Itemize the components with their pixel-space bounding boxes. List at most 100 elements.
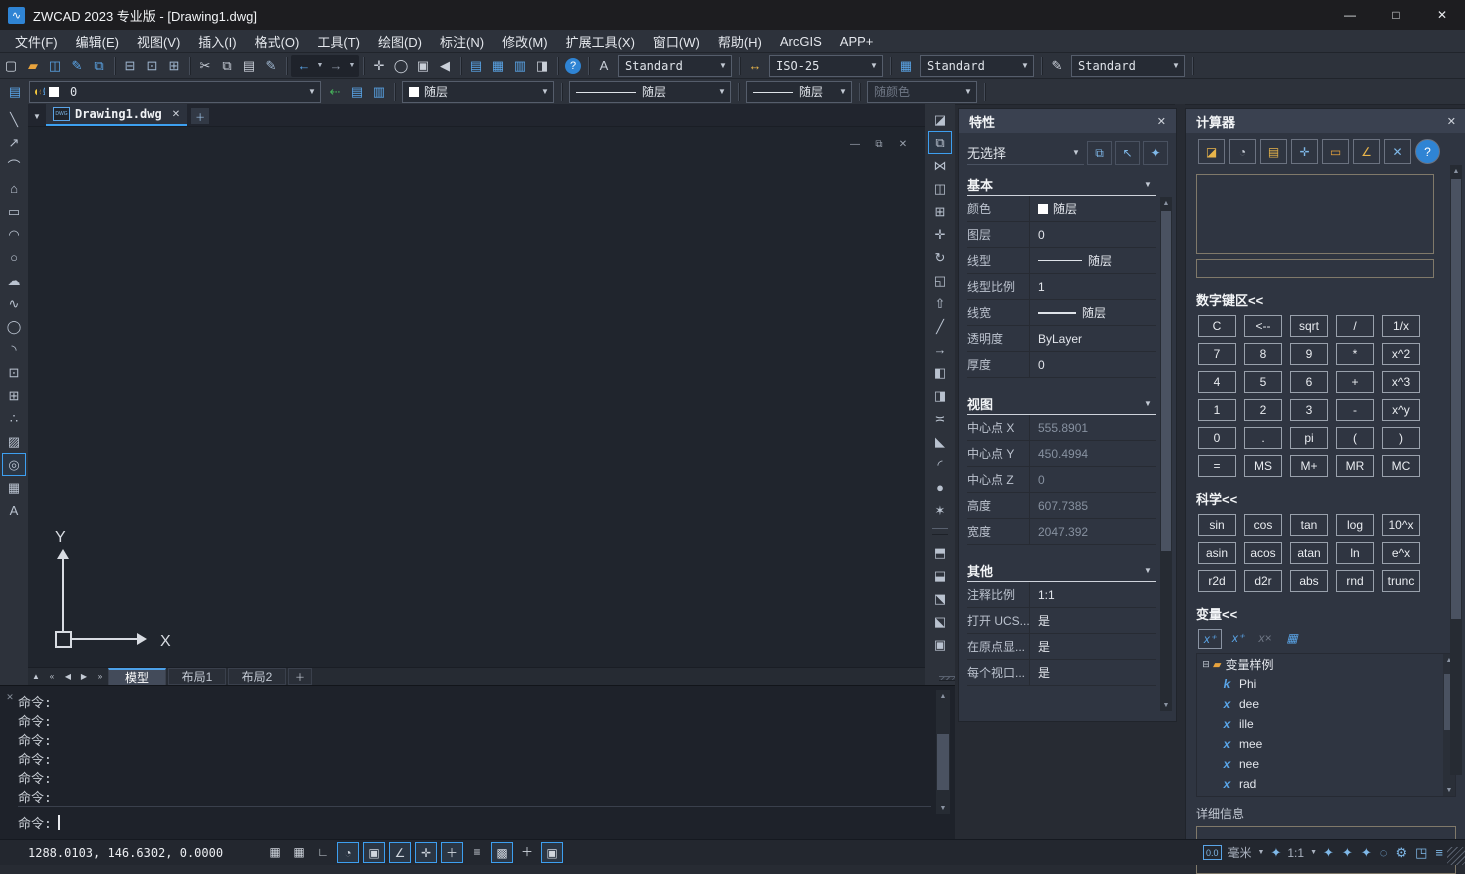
numpad-key-[interactable]: +	[1336, 371, 1374, 393]
text-style-combo[interactable]: Standard▼	[618, 55, 732, 77]
layer-manager-button[interactable]: ▤	[4, 81, 26, 103]
save-button[interactable]: ◫	[44, 55, 66, 77]
sci-key-log[interactable]: log	[1336, 514, 1374, 536]
save-all-button[interactable]: ⧉	[88, 55, 110, 77]
point-tool[interactable]: ∴	[2, 407, 26, 430]
numpad-key-8[interactable]: 8	[1244, 343, 1282, 365]
break-at-point-tool[interactable]: ◧	[928, 361, 952, 384]
toggle-pickadd-button[interactable]: ✦	[1143, 141, 1168, 165]
numpad-key-MS[interactable]: MS	[1244, 455, 1282, 477]
numpad-key-[interactable]: *	[1336, 343, 1374, 365]
command-line-area[interactable]: ✕ 命令:命令:命令:命令:命令:命令: ▲ ▼ 命令:	[0, 685, 955, 840]
revision-cloud-tool[interactable]: ☁	[2, 269, 26, 292]
variable-item-rad[interactable]: xrad	[1197, 774, 1455, 794]
mirror-tool[interactable]: ⋈	[928, 154, 952, 177]
menu-item-app[interactable]: APP+	[831, 30, 883, 52]
numpad-key-MC[interactable]: MC	[1382, 455, 1420, 477]
doc-restore-button[interactable]: ⧉	[871, 137, 887, 151]
scroll-down-icon[interactable]: ▼	[936, 802, 950, 814]
variable-item-dee[interactable]: xdee	[1197, 694, 1455, 714]
scale-tool[interactable]: ◱	[928, 269, 952, 292]
osnap-toggle[interactable]: ▣	[363, 842, 385, 863]
stretch-tool[interactable]: ⇧	[928, 292, 952, 315]
tab-list-dropdown[interactable]: ▼	[28, 106, 46, 126]
sci-key-r2d[interactable]: r2d	[1198, 570, 1236, 592]
property-value[interactable]: 1	[1029, 274, 1156, 299]
numpad-key-x2[interactable]: x^2	[1382, 343, 1420, 365]
polar-toggle[interactable]: ◔	[337, 842, 359, 863]
command-close-icon[interactable]: ✕	[4, 691, 16, 703]
calc-input-field[interactable]	[1196, 259, 1434, 278]
annotation-monitor-toggle[interactable]: ＋	[517, 842, 537, 861]
sci-key-abs[interactable]: abs	[1290, 570, 1328, 592]
calculator-scrollbar[interactable]: ▲	[1450, 165, 1462, 775]
numpad-key-[interactable]: <--	[1244, 315, 1282, 337]
erase-tool[interactable]: ◪	[928, 108, 952, 131]
menu-item-t[interactable]: 工具(T)	[308, 30, 369, 52]
section-header-其他[interactable]: 其他▼	[967, 559, 1156, 582]
construction-line-tool[interactable]: ↗	[2, 131, 26, 154]
chevron-down-icon[interactable]: ▼	[1258, 849, 1265, 856]
property-value[interactable]: 0	[1029, 352, 1156, 377]
menu-item-i[interactable]: 插入(I)	[189, 30, 245, 52]
break-tool[interactable]: ◨	[928, 384, 952, 407]
line-tool[interactable]: ╲	[2, 108, 26, 131]
property-value[interactable]: 0	[1029, 222, 1156, 247]
command-prompt[interactable]: 命令:	[18, 813, 52, 832]
variable-item-nee[interactable]: xnee	[1197, 754, 1455, 774]
document-tab[interactable]: DWG Drawing1.dwg ✕	[46, 104, 187, 126]
tab-close-icon[interactable]: ✕	[172, 109, 180, 120]
edit-variable-button[interactable]: x⁺	[1227, 629, 1249, 647]
ortho-toggle[interactable]: ∟	[313, 842, 333, 861]
last-layout-button[interactable]: »	[92, 669, 108, 684]
properties-palette-button[interactable]: ▤	[465, 55, 487, 77]
properties-close-icon[interactable]: ✕	[1157, 115, 1166, 128]
tree-expander-icon[interactable]: ⊟	[1199, 659, 1213, 670]
menu-item-arcgis[interactable]: ArcGIS	[771, 30, 831, 52]
move-tool[interactable]: ✛	[928, 223, 952, 246]
snap-toggle[interactable]: ▦	[265, 842, 285, 861]
variable-item-mee[interactable]: xmee	[1197, 734, 1455, 754]
close-button[interactable]: ✕	[1419, 0, 1465, 30]
calculator-header[interactable]: 计算器 ✕	[1186, 109, 1465, 133]
polyline-tool[interactable]: ⌒	[2, 154, 26, 177]
add-layout-button[interactable]: ＋	[288, 668, 312, 685]
fullscreen-icon[interactable]: ◳	[1415, 845, 1427, 861]
make-block-tool[interactable]: ⊞	[2, 384, 26, 407]
region-tool[interactable]: ●	[928, 476, 952, 499]
layout-tab-布局1[interactable]: 布局1	[168, 668, 226, 685]
annotation-scale-label[interactable]: 1:1	[1287, 846, 1304, 860]
property-value[interactable]: 2047.392	[1029, 519, 1156, 544]
history-button[interactable]: ◔	[1229, 139, 1256, 164]
dim-style-combo[interactable]: ISO-25▼	[769, 55, 883, 77]
new-file-button[interactable]: ▢	[0, 55, 22, 77]
color-combo[interactable]: 随层▼	[402, 81, 554, 103]
plot-button[interactable]: ⊟	[119, 55, 141, 77]
numpad-key-1x[interactable]: 1/x	[1382, 315, 1420, 337]
spline-tool[interactable]: ∿	[2, 292, 26, 315]
property-value[interactable]: ByLayer	[1029, 326, 1156, 351]
chevron-down-icon[interactable]: ▼	[347, 62, 357, 69]
next-layout-button[interactable]: ▶	[76, 669, 92, 684]
numpad-key-[interactable]: /	[1336, 315, 1374, 337]
numpad-key-0[interactable]: 0	[1198, 427, 1236, 449]
units-label[interactable]: 毫米	[1228, 844, 1252, 861]
property-value[interactable]: 随层	[1029, 300, 1156, 325]
numpad-key-pi[interactable]: pi	[1290, 427, 1328, 449]
sci-key-trunc[interactable]: trunc	[1382, 570, 1420, 592]
numpad-key-xy[interactable]: x^y	[1382, 399, 1420, 421]
cut-button[interactable]: ✂	[194, 55, 216, 77]
scroll-thumb[interactable]	[937, 734, 949, 790]
undo-button[interactable]: ←	[293, 55, 315, 77]
join-tool[interactable]: ≍	[928, 407, 952, 430]
layer-states-button[interactable]: ▤	[346, 81, 368, 103]
mleader-style-combo[interactable]: Standard▼	[1071, 55, 1185, 77]
sci-key-sin[interactable]: sin	[1198, 514, 1236, 536]
doc-minimize-button[interactable]: —	[847, 137, 863, 151]
property-value[interactable]: 0	[1029, 467, 1156, 492]
open-button[interactable]: ▰	[22, 55, 44, 77]
numpad-key-[interactable]: .	[1244, 427, 1282, 449]
layout-menu-button[interactable]: ▲	[28, 669, 44, 684]
dynamic-input-toggle[interactable]: ✛	[415, 842, 437, 863]
numpad-key-[interactable]: =	[1198, 455, 1236, 477]
